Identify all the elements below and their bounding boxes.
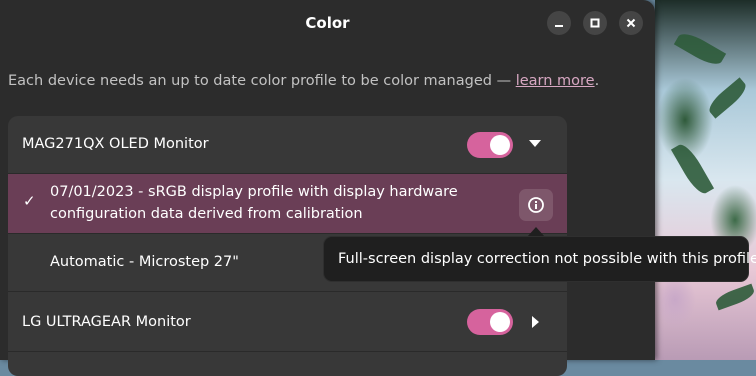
info-icon xyxy=(528,197,544,213)
device-enable-switch[interactable] xyxy=(467,309,513,335)
profile-label: Automatic - Microstep 27" xyxy=(50,254,239,270)
maximize-icon xyxy=(590,18,600,28)
chevron-down-icon[interactable] xyxy=(529,140,541,148)
maximize-button[interactable] xyxy=(583,11,607,35)
minimize-button[interactable] xyxy=(547,11,571,35)
description-body: Each device needs an up to date color pr… xyxy=(8,73,516,89)
description-text: Each device needs an up to date color pr… xyxy=(8,73,599,89)
color-settings-window: Color Each device needs an up to date co… xyxy=(0,0,655,376)
profile-info-button[interactable] xyxy=(519,189,553,221)
device-row-lg-ultragear[interactable]: LG ULTRAGEAR Monitor xyxy=(8,292,567,352)
desktop-wallpaper xyxy=(655,0,756,360)
minimize-icon xyxy=(555,25,563,27)
wallpaper-leaf xyxy=(673,28,727,70)
checkmark-icon: ✓ xyxy=(23,192,36,210)
switch-knob xyxy=(490,312,510,332)
wallpaper-leaf xyxy=(713,283,756,311)
close-button[interactable] xyxy=(619,11,643,35)
device-name: LG ULTRAGEAR Monitor xyxy=(22,314,191,330)
header-bar: Color xyxy=(0,0,655,46)
device-enable-switch[interactable] xyxy=(467,132,513,158)
device-name: MAG271QX OLED Monitor xyxy=(22,136,209,152)
learn-more-link[interactable]: learn more xyxy=(516,73,595,89)
profile-row-srgb[interactable]: ✓ 07/01/2023 - sRGB display profile with… xyxy=(8,174,567,234)
tooltip-text: Full-screen display correction not possi… xyxy=(338,251,756,267)
profile-label-line1: 07/01/2023 - sRGB display profile with d… xyxy=(50,184,458,200)
tooltip: Full-screen display correction not possi… xyxy=(323,236,756,282)
wallpaper-leaf xyxy=(670,140,715,198)
chevron-right-icon[interactable] xyxy=(532,316,540,328)
description-suffix: . xyxy=(594,73,600,89)
close-icon xyxy=(626,18,636,28)
switch-knob xyxy=(490,135,510,155)
profile-label-line2: configuration data derived from calibrat… xyxy=(50,206,363,222)
device-row-mag271qx[interactable]: MAG271QX OLED Monitor xyxy=(8,116,567,174)
wallpaper-leaf xyxy=(705,77,750,119)
